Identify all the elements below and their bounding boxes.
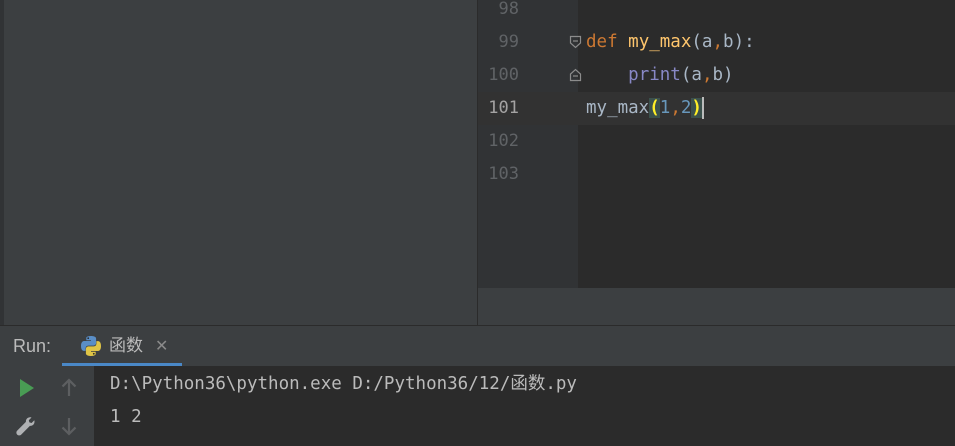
text-caret bbox=[701, 97, 704, 119]
comma: , bbox=[670, 98, 681, 118]
param: a bbox=[701, 32, 713, 52]
comma: , bbox=[701, 65, 713, 85]
code-line[interactable]: 100 print(a,b) bbox=[478, 59, 955, 92]
paren: ( bbox=[680, 65, 692, 85]
code-line[interactable]: 98 bbox=[478, 0, 955, 26]
fold-end-icon[interactable] bbox=[569, 68, 582, 82]
line-number: 101 bbox=[488, 98, 519, 118]
wrench-icon[interactable] bbox=[13, 414, 39, 440]
keyword-def: def bbox=[586, 32, 618, 52]
matched-paren: ) bbox=[691, 98, 702, 118]
tool-window-stripe bbox=[0, 0, 4, 325]
console-output-line: 1 2 bbox=[110, 407, 142, 427]
code-text: print(a,b) bbox=[586, 59, 734, 92]
code-editor[interactable]: 98 99 def my_max(a,b): 100 print(a,b) 10… bbox=[478, 0, 955, 288]
run-icon[interactable] bbox=[13, 375, 39, 401]
number-literal: 1 bbox=[659, 98, 671, 118]
run-toolbar bbox=[0, 366, 94, 446]
matched-paren: ( bbox=[649, 98, 660, 118]
ide-window: 98 99 def my_max(a,b): 100 print(a,b) 10… bbox=[0, 0, 955, 446]
code-line[interactable]: 99 def my_max(a,b): bbox=[478, 26, 955, 59]
run-label: Run: bbox=[13, 336, 52, 356]
arg: a bbox=[691, 65, 702, 85]
current-code-line[interactable]: 101 my_max(1,2) bbox=[478, 92, 955, 125]
paren: ) bbox=[723, 65, 734, 85]
line-number: 102 bbox=[488, 131, 519, 151]
call-name: my_max bbox=[586, 98, 650, 118]
run-console[interactable]: D:\Python36\python.exe D:/Python36/12/函数… bbox=[0, 366, 955, 446]
code-text: my_max(1,2) bbox=[586, 92, 704, 125]
code-line[interactable]: 102 bbox=[478, 125, 955, 158]
line-number: 99 bbox=[498, 32, 519, 52]
code-text: def my_max(a,b): bbox=[586, 26, 755, 59]
paren: ( bbox=[691, 32, 702, 52]
comma: , bbox=[712, 32, 724, 52]
arg: b bbox=[712, 65, 724, 85]
paren-colon: ): bbox=[733, 32, 755, 52]
builtin-print: print bbox=[628, 65, 681, 85]
run-panel-header: Run: 函数 ✕ bbox=[0, 326, 955, 366]
fold-icon[interactable] bbox=[569, 35, 582, 49]
console-command-line: D:\Python36\python.exe D:/Python36/12/函数… bbox=[110, 374, 577, 394]
param: b bbox=[723, 32, 734, 52]
line-number: 100 bbox=[488, 65, 519, 85]
run-tab[interactable]: 函数 ✕ bbox=[62, 326, 182, 366]
run-tab-label: 函数 bbox=[109, 336, 143, 356]
arrow-down-icon[interactable] bbox=[56, 414, 82, 440]
project-panel[interactable] bbox=[0, 0, 478, 325]
line-number: 103 bbox=[488, 164, 519, 184]
close-icon[interactable]: ✕ bbox=[155, 326, 168, 366]
number-literal: 2 bbox=[680, 98, 692, 118]
function-name: my_max bbox=[628, 32, 692, 52]
code-line[interactable]: 103 bbox=[478, 158, 955, 191]
editor-horizontal-scroll-area[interactable] bbox=[478, 288, 955, 325]
line-number: 98 bbox=[498, 0, 519, 19]
arrow-up-icon[interactable] bbox=[56, 375, 82, 401]
python-icon bbox=[81, 336, 101, 356]
